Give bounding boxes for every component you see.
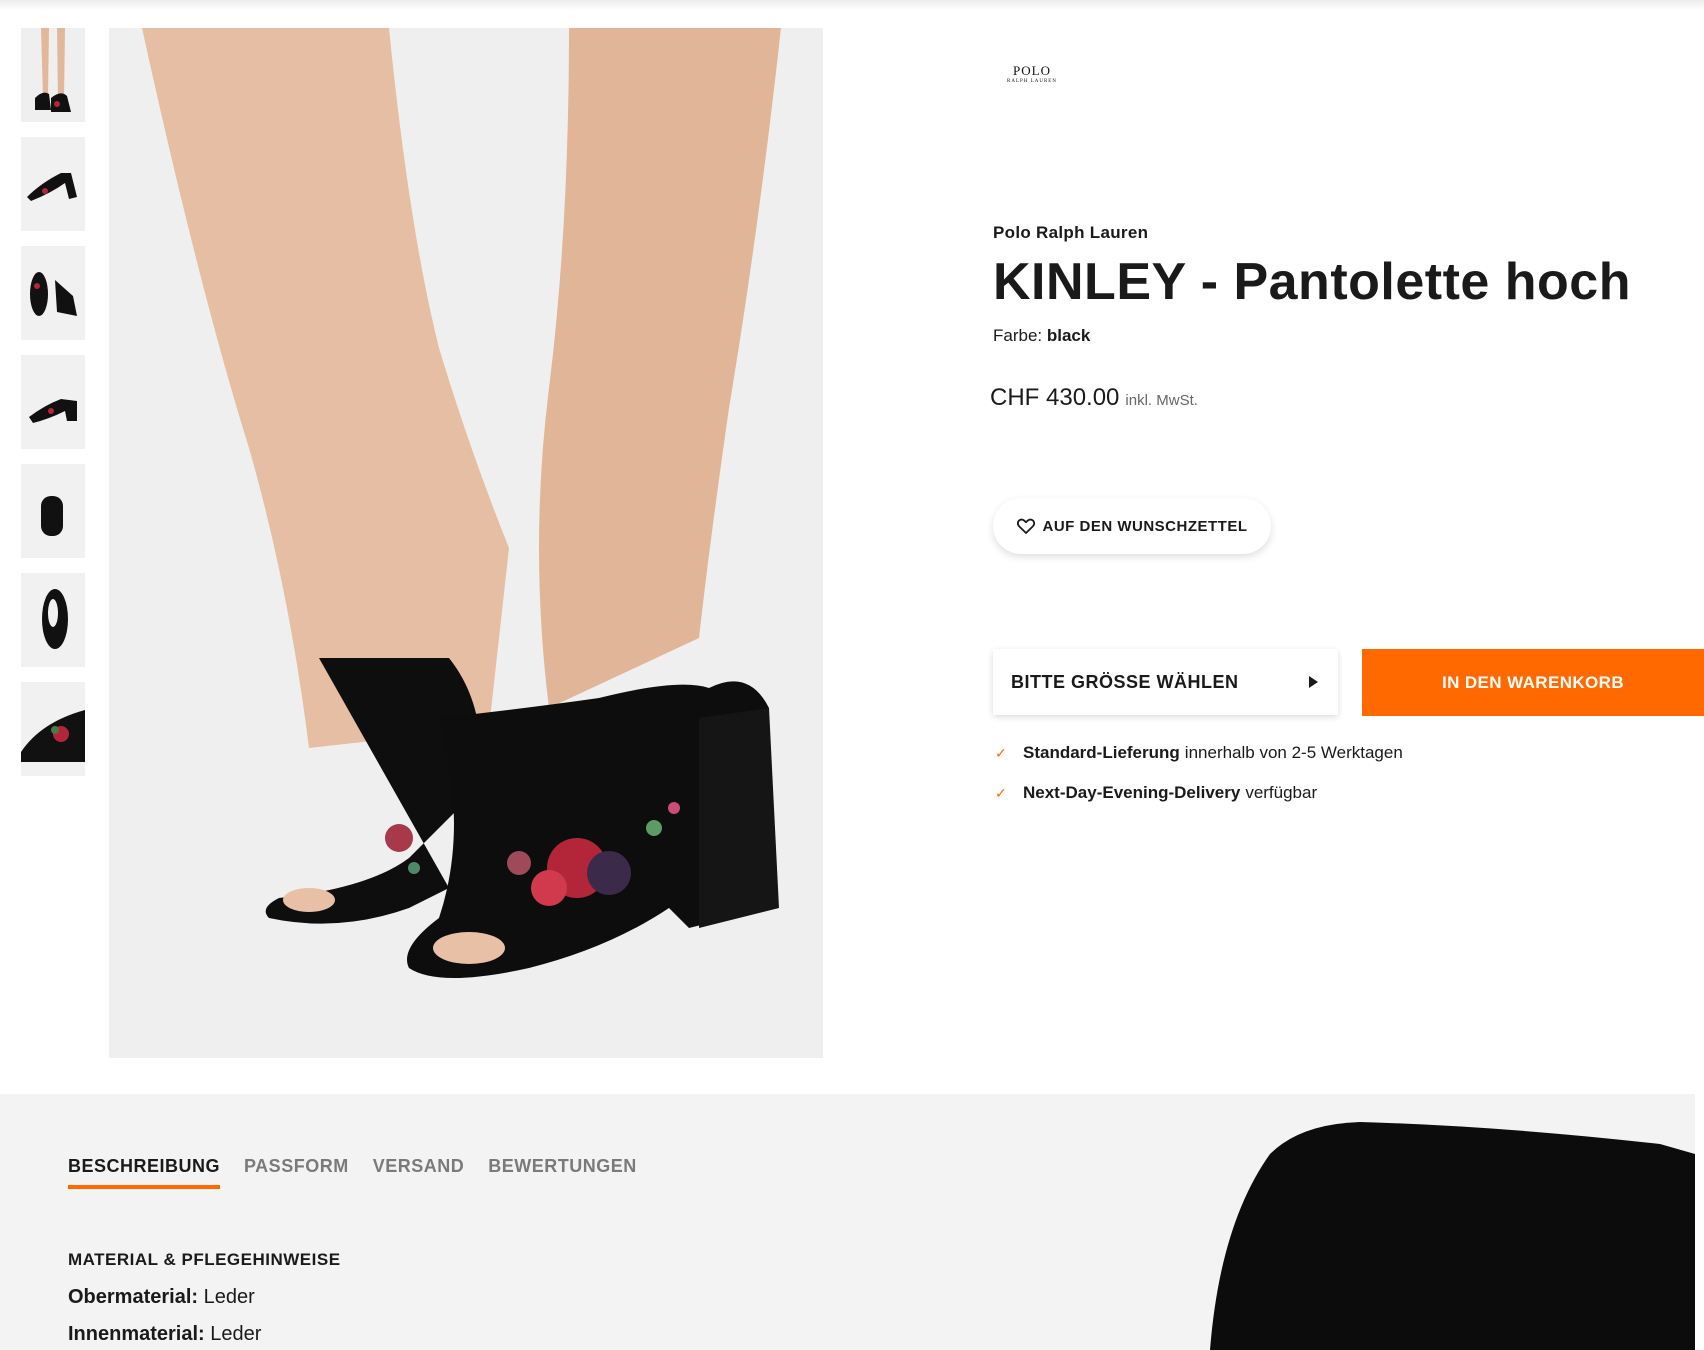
brand-name[interactable]: Polo Ralph Lauren — [993, 223, 1148, 243]
product-details-section: BESCHREIBUNG PASSFORM VERSAND BEWERTUNGE… — [0, 1094, 1695, 1350]
delivery-nextday-title: Next-Day-Evening-Delivery — [1023, 783, 1241, 802]
thumbnail-3[interactable] — [21, 246, 85, 340]
tab-beschreibung[interactable]: BESCHREIBUNG — [68, 1156, 221, 1189]
add-to-cart-label: IN DEN WARENKORB — [1441, 672, 1625, 692]
attribute-inner-material: Innenmaterial: Leder — [68, 1323, 261, 1346]
delivery-standard-title: Standard-Lieferung — [1023, 743, 1180, 762]
color-info: Farbe: black — [993, 326, 1090, 346]
thumbnail-6[interactable] — [21, 573, 85, 667]
tab-versand[interactable]: VERSAND — [373, 1156, 465, 1189]
material-heading: MATERIAL & PFLEGEHINWEISE — [68, 1250, 341, 1269]
add-to-cart-button[interactable]: IN DEN WARENKORB — [1362, 649, 1704, 716]
vat-note: inkl. MwSt. — [1125, 392, 1198, 409]
attribute-key: Innenmaterial: — [68, 1323, 205, 1345]
check-icon: ✓ — [995, 784, 1007, 801]
brand-logo[interactable]: POLO RALPH LAUREN — [997, 64, 1067, 85]
delivery-standard-text: innerhalb von 2-5 Werktagen — [1184, 743, 1403, 762]
tab-bewertungen[interactable]: BEWERTUNGEN — [488, 1156, 637, 1189]
price-info: CHF 430.00 inkl. MwSt. — [990, 384, 1198, 412]
attribute-value: Leder — [210, 1323, 262, 1345]
check-icon: ✓ — [995, 744, 1007, 761]
play-arrow-icon — [1309, 676, 1318, 688]
attribute-value: Leder — [203, 1286, 255, 1308]
product-title: KINLEY - Pantolette hoch — [993, 253, 1631, 311]
delivery-info-nextday: ✓ Next-Day-Evening-Delivery verfügbar — [995, 783, 1317, 803]
thumbnail-5[interactable] — [21, 464, 85, 558]
thumbnail-1[interactable] — [21, 28, 85, 122]
header-shadow — [0, 0, 1704, 10]
thumbnail-4[interactable] — [21, 355, 85, 449]
size-select[interactable]: BITTE GRÖSSE WÄHLEN — [993, 649, 1338, 715]
tab-passform[interactable]: PASSFORM — [244, 1156, 349, 1189]
wishlist-label: AUF DEN WUNSCHZETTEL — [1042, 517, 1248, 535]
delivery-info-standard: ✓ Standard-Lieferung innerhalb von 2-5 W… — [995, 743, 1403, 763]
thumbnail-2[interactable] — [21, 137, 85, 231]
brand-logo-line2: RALPH LAUREN — [1007, 79, 1057, 84]
main-product-image[interactable] — [109, 28, 823, 1058]
attribute-key: Obermaterial: — [68, 1286, 199, 1308]
brand-logo-line1: POLO — [1013, 63, 1051, 78]
wishlist-button[interactable]: AUF DEN WUNSCHZETTEL — [993, 498, 1271, 554]
details-tabs: BESCHREIBUNG PASSFORM VERSAND BEWERTUNGE… — [68, 1156, 661, 1189]
color-label: Farbe: — [993, 326, 1043, 345]
delivery-nextday-text: verfügbar — [1245, 783, 1318, 802]
color-value: black — [1046, 326, 1091, 345]
detail-product-image — [1100, 1094, 1695, 1350]
heart-icon — [1016, 518, 1035, 534]
size-select-label: BITTE GRÖSSE WÄHLEN — [1011, 671, 1239, 692]
attribute-upper-material: Obermaterial: Leder — [68, 1286, 255, 1309]
thumbnail-7[interactable] — [21, 682, 85, 776]
price: CHF 430.00 — [990, 384, 1120, 411]
